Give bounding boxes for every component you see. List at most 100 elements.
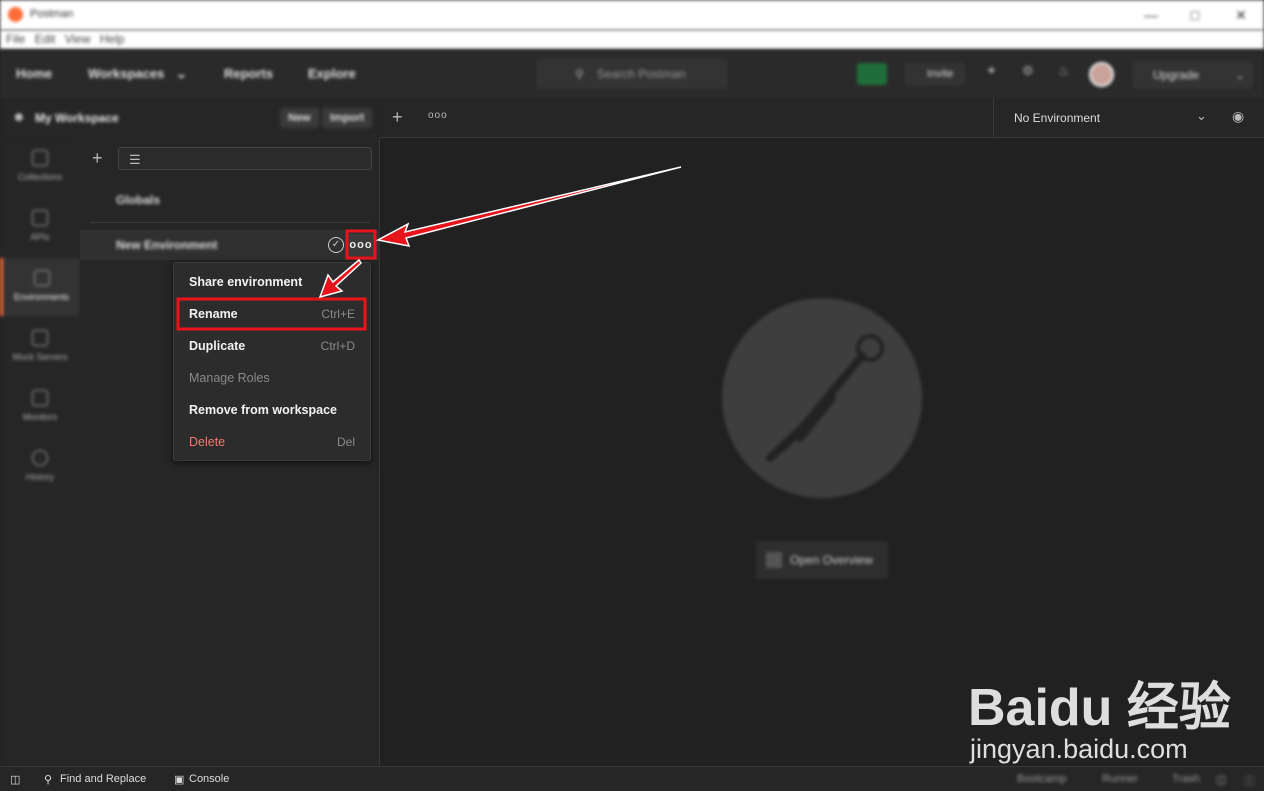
tab-bar: + ooo No Environment ⌄ ◉ <box>380 98 1264 138</box>
menu-edit[interactable]: Edit <box>35 32 56 46</box>
eye-icon[interactable]: ◉ <box>1232 108 1244 125</box>
globals-row[interactable]: Globals <box>80 185 380 215</box>
more-options-button[interactable]: ooo <box>348 234 374 256</box>
menu-view[interactable]: View <box>65 32 91 46</box>
nav-reports[interactable]: Reports <box>224 66 273 81</box>
filter-icon: ☰ <box>129 152 141 167</box>
sidebar-item-mock-servers[interactable]: Mock Servers <box>0 318 80 376</box>
close-icon[interactable]: ✕ <box>1228 4 1254 26</box>
menu-item-label: Share environment <box>189 275 303 289</box>
sidebar-item-label: APIs <box>30 232 50 242</box>
status-bar: ◫ ⚲ Find and Replace ▣ Console Bootcamp … <box>0 766 1264 791</box>
menu-file[interactable]: File <box>6 32 25 46</box>
postman-logo-icon <box>8 7 23 22</box>
collections-icon <box>32 150 48 166</box>
upgrade-label: Upgrade <box>1153 68 1200 82</box>
menu-item-share-environment[interactable]: Share environment <box>174 266 370 298</box>
apis-icon <box>32 210 48 226</box>
open-overview-button[interactable]: Open Overview <box>756 541 888 579</box>
bootcamp-button[interactable]: Bootcamp <box>1017 773 1067 785</box>
nav-explore[interactable]: Explore <box>308 66 356 81</box>
nav-home[interactable]: Home <box>16 66 52 81</box>
menu-item-delete[interactable]: Delete Del <box>174 426 370 458</box>
overview-icon <box>766 552 782 568</box>
sidebar-rail: Collections APIs Environments Mock Serve… <box>0 138 80 766</box>
upgrade-button[interactable]: Upgrade ⌄ <box>1133 61 1253 89</box>
trash-button[interactable]: Trash <box>1172 773 1200 785</box>
sidebar-item-history[interactable]: History <box>0 438 80 496</box>
environments-icon <box>33 270 50 286</box>
find-replace-icon: ⚲ <box>44 774 53 786</box>
satellite-icon[interactable]: ✦ <box>986 63 1002 85</box>
menu-item-shortcut: Del <box>336 435 355 449</box>
mock-servers-icon <box>32 330 48 346</box>
search-placeholder: Search Postman <box>597 67 686 81</box>
main-area: Open Overview <box>380 138 1264 766</box>
add-environment-icon[interactable]: + <box>92 148 103 169</box>
title-bar: Postman — □ ✕ <box>0 0 1264 30</box>
menu-item-remove-from-workspace[interactable]: Remove from workspace <box>174 394 370 426</box>
environment-select-value: No Environment <box>1014 111 1101 125</box>
user-icon: ☻ <box>12 109 26 124</box>
sidebar-item-label: Environments <box>13 292 70 302</box>
toggle-sidebar-icon[interactable]: ◫ <box>10 773 20 786</box>
postman-astronaut-icon <box>722 298 922 498</box>
bell-icon[interactable]: ♨ <box>1058 63 1074 85</box>
minimize-icon[interactable]: — <box>1138 4 1164 26</box>
chevron-down-icon: ⌄ <box>1234 68 1245 82</box>
sidebar-item-monitors[interactable]: Monitors <box>0 378 80 436</box>
sidebar-item-apis[interactable]: APIs <box>0 198 80 256</box>
divider <box>90 222 370 223</box>
app-header: Home Workspaces ⌄ Reports Explore ⚲ Sear… <box>0 50 1264 98</box>
workspace-bar: ☻ My Workspace New Import <box>0 98 380 138</box>
menu-bar: File Edit View Help <box>0 30 1264 50</box>
console-button[interactable]: Console <box>189 773 229 785</box>
chevron-down-icon: ⌄ <box>1196 108 1207 123</box>
avatar[interactable] <box>1089 62 1114 87</box>
invite-button[interactable]: Invite <box>905 63 965 85</box>
chevron-down-icon[interactable]: ⌄ <box>176 66 187 82</box>
menu-item-rename[interactable]: Rename Ctrl+E <box>174 298 370 330</box>
two-pane-icon[interactable]: ◫ <box>1216 773 1226 786</box>
menu-item-label: Rename <box>189 307 238 321</box>
menu-item-label: Delete <box>189 435 226 449</box>
new-tab-icon[interactable]: + <box>392 107 403 128</box>
maximize-icon[interactable]: □ <box>1182 4 1208 26</box>
nav-workspaces[interactable]: Workspaces <box>88 66 164 81</box>
workspace-title[interactable]: My Workspace <box>35 111 119 125</box>
find-and-replace-button[interactable]: Find and Replace <box>60 773 146 785</box>
menu-item-shortcut: Ctrl+D <box>320 339 355 353</box>
import-button[interactable]: Import <box>322 108 373 128</box>
settings-icon[interactable]: ⚙ <box>1022 63 1038 85</box>
open-overview-label: Open Overview <box>790 553 873 567</box>
monitors-icon <box>32 390 48 406</box>
menu-item-label: Manage Roles <box>189 371 270 385</box>
environment-name: New Environment <box>116 238 218 252</box>
sidebar-item-collections[interactable]: Collections <box>0 138 80 196</box>
filter-input[interactable]: ☰ <box>118 147 372 170</box>
tab-more-options[interactable]: ooo <box>428 110 448 121</box>
context-menu: Share environment Rename Ctrl+E Duplicat… <box>173 262 371 461</box>
window-title: Postman <box>30 8 74 20</box>
environment-select[interactable]: No Environment ⌄ ◉ <box>993 98 1264 138</box>
menu-item-manage-roles: Manage Roles <box>174 362 370 394</box>
history-icon <box>32 450 48 466</box>
search-icon: ⚲ <box>575 67 584 81</box>
sidebar-item-environments[interactable]: Environments <box>0 258 80 316</box>
sidebar-item-label: Mock Servers <box>12 352 68 362</box>
console-icon: ▣ <box>174 774 185 786</box>
new-button[interactable]: New <box>280 108 319 128</box>
help-icon[interactable]: ⓘ <box>1244 773 1255 789</box>
runner-button[interactable]: Runner <box>1102 773 1138 785</box>
sync-status-icon[interactable] <box>857 63 887 85</box>
menu-item-label: Duplicate <box>189 339 246 353</box>
menu-help[interactable]: Help <box>100 32 125 46</box>
globals-label: Globals <box>116 193 161 207</box>
search-input[interactable]: ⚲ Search Postman <box>537 59 727 89</box>
environment-row[interactable]: New Environment ✓ ooo <box>80 230 380 260</box>
menu-item-duplicate[interactable]: Duplicate Ctrl+D <box>174 330 370 362</box>
sidebar-item-label: Monitors <box>22 412 58 422</box>
menu-item-shortcut: Ctrl+E <box>321 307 355 321</box>
check-circle-icon[interactable]: ✓ <box>328 237 344 253</box>
sidebar-item-label: Collections <box>17 172 63 182</box>
